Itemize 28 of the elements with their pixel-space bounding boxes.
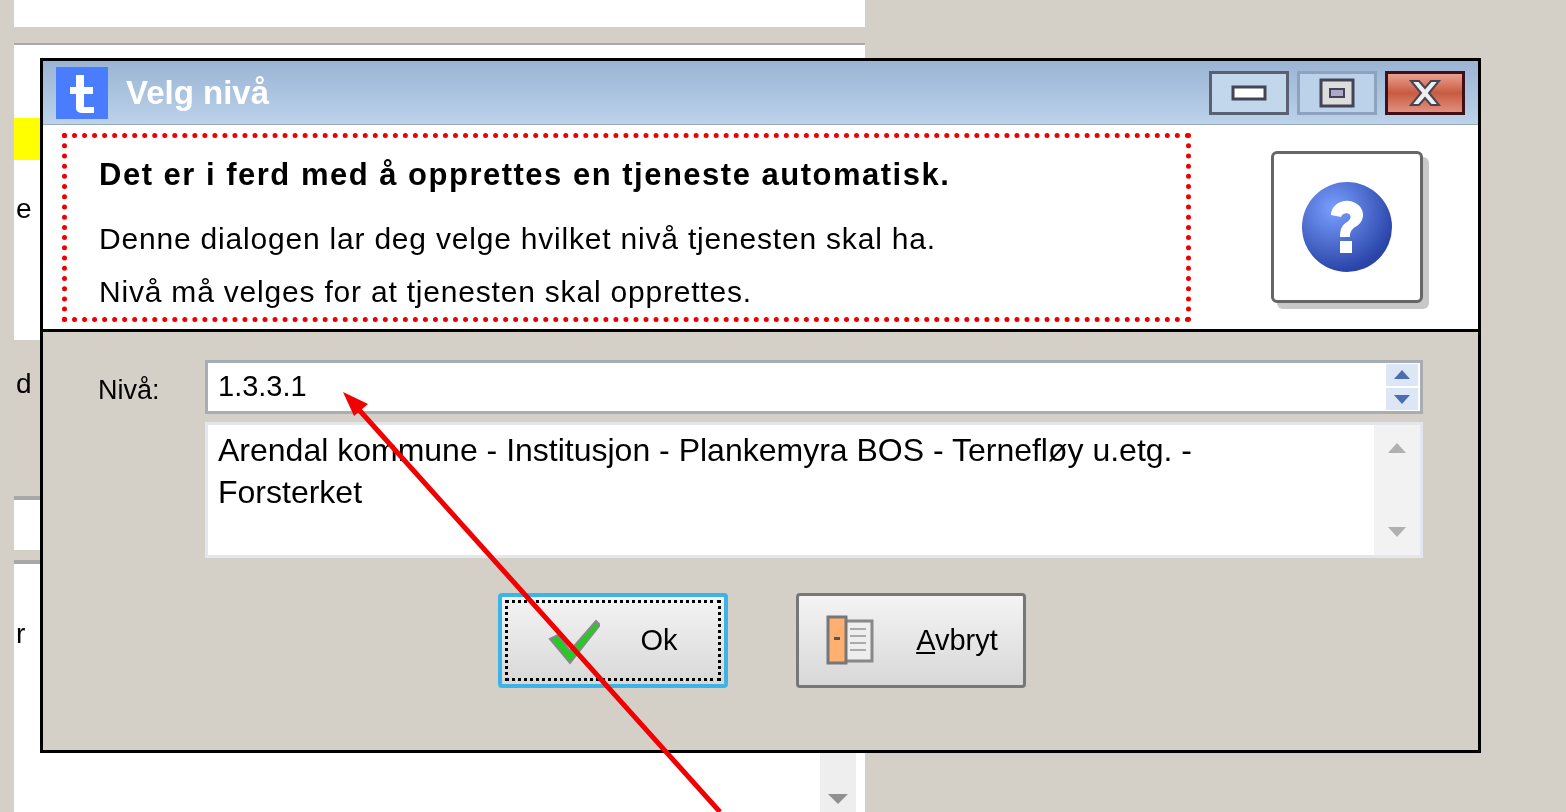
spin-buttons[interactable] (1386, 364, 1418, 410)
door-icon (824, 614, 877, 667)
message-heading: Det er i ferd med å opprettes en tjeneste automatisk. (99, 155, 952, 194)
spin-down-icon (1386, 388, 1418, 410)
caret-icon (828, 794, 848, 804)
level-label: Nivå: (98, 374, 161, 407)
close-icon (1407, 77, 1443, 108)
cancel-button[interactable]: Avbryt (796, 593, 1026, 688)
maximize-button[interactable] (1297, 70, 1377, 115)
minimize-button[interactable] (1209, 70, 1289, 115)
scroll-down-icon (1388, 527, 1406, 537)
scroll-down-button[interactable] (820, 752, 856, 812)
scroll-up-icon (1388, 443, 1406, 453)
cut-text: r (16, 620, 26, 648)
spin-up-icon (1386, 364, 1418, 386)
window-title: Velg nivå (126, 72, 271, 113)
message-text: Denne dialogen lar deg velge hvilket nivå tjenesten skal ha. (99, 221, 937, 257)
scrollbar[interactable] (1374, 425, 1420, 555)
restore-icon (1319, 77, 1355, 108)
cut-text: e (16, 195, 32, 223)
level-spin-field[interactable]: 1.3.3.1 (205, 360, 1423, 414)
close-button[interactable] (1385, 70, 1465, 115)
minimize-icon (1231, 84, 1267, 101)
message-text: Nivå må velges for at tjenesten skal opprettes. (99, 274, 753, 310)
ok-button[interactable]: Ok (498, 593, 728, 688)
cut-text: d (16, 370, 32, 398)
app-icon (56, 66, 108, 119)
help-icon (1299, 179, 1395, 275)
